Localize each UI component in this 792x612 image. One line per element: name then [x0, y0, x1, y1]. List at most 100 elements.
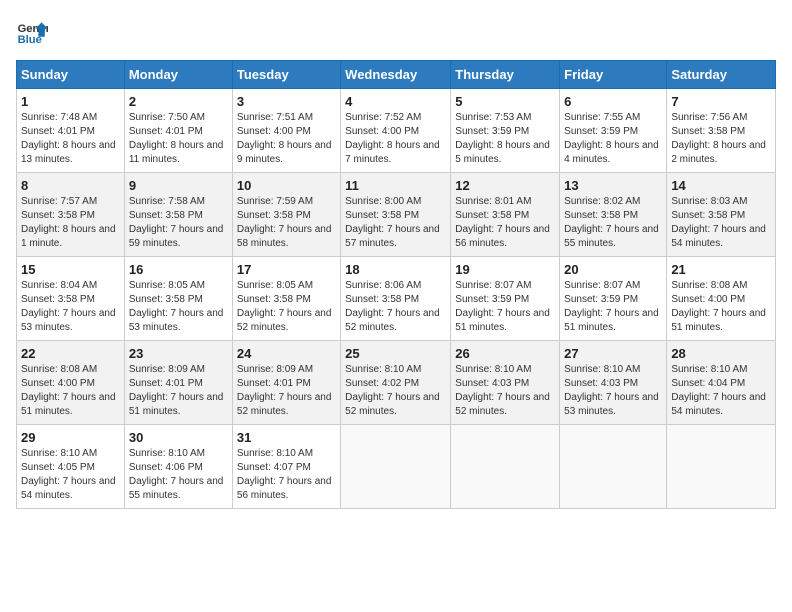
day-number: 18 — [345, 262, 446, 277]
day-number: 11 — [345, 178, 446, 193]
calendar-cell: 16 Sunrise: 8:05 AM Sunset: 3:58 PM Dayl… — [124, 257, 232, 341]
day-number: 15 — [21, 262, 120, 277]
day-number: 20 — [564, 262, 662, 277]
day-number: 2 — [129, 94, 228, 109]
calendar-cell — [341, 425, 451, 509]
calendar-cell: 31 Sunrise: 8:10 AM Sunset: 4:07 PM Dayl… — [232, 425, 340, 509]
calendar-cell: 2 Sunrise: 7:50 AM Sunset: 4:01 PM Dayli… — [124, 89, 232, 173]
calendar-cell: 24 Sunrise: 8:09 AM Sunset: 4:01 PM Dayl… — [232, 341, 340, 425]
day-number: 8 — [21, 178, 120, 193]
calendar-header-tuesday: Tuesday — [232, 61, 340, 89]
day-info: Sunrise: 7:53 AM Sunset: 3:59 PM Dayligh… — [455, 111, 555, 167]
day-info: Sunrise: 8:10 AM Sunset: 4:06 PM Dayligh… — [129, 447, 228, 503]
logo-icon: General Blue — [16, 16, 48, 48]
day-number: 31 — [237, 430, 336, 445]
day-number: 12 — [455, 178, 555, 193]
calendar-body: 1 Sunrise: 7:48 AM Sunset: 4:01 PM Dayli… — [17, 89, 776, 509]
calendar-cell: 1 Sunrise: 7:48 AM Sunset: 4:01 PM Dayli… — [17, 89, 125, 173]
calendar-cell: 18 Sunrise: 8:06 AM Sunset: 3:58 PM Dayl… — [341, 257, 451, 341]
day-info: Sunrise: 8:10 AM Sunset: 4:05 PM Dayligh… — [21, 447, 120, 503]
day-info: Sunrise: 8:10 AM Sunset: 4:04 PM Dayligh… — [671, 363, 771, 419]
day-info: Sunrise: 7:50 AM Sunset: 4:01 PM Dayligh… — [129, 111, 228, 167]
day-number: 26 — [455, 346, 555, 361]
logo: General Blue — [16, 16, 52, 48]
calendar-header-row: SundayMondayTuesdayWednesdayThursdayFrid… — [17, 61, 776, 89]
day-info: Sunrise: 8:10 AM Sunset: 4:03 PM Dayligh… — [455, 363, 555, 419]
day-info: Sunrise: 8:07 AM Sunset: 3:59 PM Dayligh… — [564, 279, 662, 335]
day-info: Sunrise: 8:10 AM Sunset: 4:07 PM Dayligh… — [237, 447, 336, 503]
day-number: 17 — [237, 262, 336, 277]
day-info: Sunrise: 7:58 AM Sunset: 3:58 PM Dayligh… — [129, 195, 228, 251]
calendar-cell: 21 Sunrise: 8:08 AM Sunset: 4:00 PM Dayl… — [667, 257, 776, 341]
calendar-week-3: 15 Sunrise: 8:04 AM Sunset: 3:58 PM Dayl… — [17, 257, 776, 341]
day-info: Sunrise: 8:06 AM Sunset: 3:58 PM Dayligh… — [345, 279, 446, 335]
calendar-cell: 11 Sunrise: 8:00 AM Sunset: 3:58 PM Dayl… — [341, 173, 451, 257]
day-number: 3 — [237, 94, 336, 109]
day-number: 9 — [129, 178, 228, 193]
calendar-cell: 3 Sunrise: 7:51 AM Sunset: 4:00 PM Dayli… — [232, 89, 340, 173]
svg-text:Blue: Blue — [18, 34, 42, 46]
day-number: 24 — [237, 346, 336, 361]
calendar-cell — [667, 425, 776, 509]
day-info: Sunrise: 8:05 AM Sunset: 3:58 PM Dayligh… — [237, 279, 336, 335]
calendar-cell: 9 Sunrise: 7:58 AM Sunset: 3:58 PM Dayli… — [124, 173, 232, 257]
page-header: General Blue — [16, 16, 776, 48]
day-number: 4 — [345, 94, 446, 109]
day-number: 28 — [671, 346, 771, 361]
day-number: 10 — [237, 178, 336, 193]
calendar-table: SundayMondayTuesdayWednesdayThursdayFrid… — [16, 60, 776, 509]
calendar-header-wednesday: Wednesday — [341, 61, 451, 89]
day-info: Sunrise: 7:55 AM Sunset: 3:59 PM Dayligh… — [564, 111, 662, 167]
calendar-cell: 26 Sunrise: 8:10 AM Sunset: 4:03 PM Dayl… — [451, 341, 560, 425]
day-number: 22 — [21, 346, 120, 361]
calendar-cell: 30 Sunrise: 8:10 AM Sunset: 4:06 PM Dayl… — [124, 425, 232, 509]
day-info: Sunrise: 8:00 AM Sunset: 3:58 PM Dayligh… — [345, 195, 446, 251]
day-number: 7 — [671, 94, 771, 109]
calendar-cell: 7 Sunrise: 7:56 AM Sunset: 3:58 PM Dayli… — [667, 89, 776, 173]
calendar-cell: 22 Sunrise: 8:08 AM Sunset: 4:00 PM Dayl… — [17, 341, 125, 425]
calendar-header-sunday: Sunday — [17, 61, 125, 89]
day-number: 23 — [129, 346, 228, 361]
calendar-cell: 28 Sunrise: 8:10 AM Sunset: 4:04 PM Dayl… — [667, 341, 776, 425]
day-info: Sunrise: 7:52 AM Sunset: 4:00 PM Dayligh… — [345, 111, 446, 167]
calendar-week-2: 8 Sunrise: 7:57 AM Sunset: 3:58 PM Dayli… — [17, 173, 776, 257]
day-number: 14 — [671, 178, 771, 193]
calendar-cell: 5 Sunrise: 7:53 AM Sunset: 3:59 PM Dayli… — [451, 89, 560, 173]
day-info: Sunrise: 7:59 AM Sunset: 3:58 PM Dayligh… — [237, 195, 336, 251]
calendar-week-5: 29 Sunrise: 8:10 AM Sunset: 4:05 PM Dayl… — [17, 425, 776, 509]
day-info: Sunrise: 7:48 AM Sunset: 4:01 PM Dayligh… — [21, 111, 120, 167]
calendar-week-4: 22 Sunrise: 8:08 AM Sunset: 4:00 PM Dayl… — [17, 341, 776, 425]
day-info: Sunrise: 8:03 AM Sunset: 3:58 PM Dayligh… — [671, 195, 771, 251]
day-info: Sunrise: 8:02 AM Sunset: 3:58 PM Dayligh… — [564, 195, 662, 251]
calendar-cell: 29 Sunrise: 8:10 AM Sunset: 4:05 PM Dayl… — [17, 425, 125, 509]
day-info: Sunrise: 8:05 AM Sunset: 3:58 PM Dayligh… — [129, 279, 228, 335]
calendar-week-1: 1 Sunrise: 7:48 AM Sunset: 4:01 PM Dayli… — [17, 89, 776, 173]
day-info: Sunrise: 7:51 AM Sunset: 4:00 PM Dayligh… — [237, 111, 336, 167]
calendar-header-thursday: Thursday — [451, 61, 560, 89]
day-number: 13 — [564, 178, 662, 193]
day-number: 16 — [129, 262, 228, 277]
calendar-cell: 6 Sunrise: 7:55 AM Sunset: 3:59 PM Dayli… — [560, 89, 667, 173]
day-info: Sunrise: 8:08 AM Sunset: 4:00 PM Dayligh… — [671, 279, 771, 335]
day-info: Sunrise: 8:10 AM Sunset: 4:02 PM Dayligh… — [345, 363, 446, 419]
day-info: Sunrise: 7:57 AM Sunset: 3:58 PM Dayligh… — [21, 195, 120, 251]
day-number: 21 — [671, 262, 771, 277]
calendar-cell: 20 Sunrise: 8:07 AM Sunset: 3:59 PM Dayl… — [560, 257, 667, 341]
calendar-cell: 19 Sunrise: 8:07 AM Sunset: 3:59 PM Dayl… — [451, 257, 560, 341]
calendar-cell: 8 Sunrise: 7:57 AM Sunset: 3:58 PM Dayli… — [17, 173, 125, 257]
calendar-header-monday: Monday — [124, 61, 232, 89]
calendar-cell: 27 Sunrise: 8:10 AM Sunset: 4:03 PM Dayl… — [560, 341, 667, 425]
day-number: 19 — [455, 262, 555, 277]
day-info: Sunrise: 7:56 AM Sunset: 3:58 PM Dayligh… — [671, 111, 771, 167]
calendar-cell: 23 Sunrise: 8:09 AM Sunset: 4:01 PM Dayl… — [124, 341, 232, 425]
calendar-cell: 12 Sunrise: 8:01 AM Sunset: 3:58 PM Dayl… — [451, 173, 560, 257]
day-info: Sunrise: 8:01 AM Sunset: 3:58 PM Dayligh… — [455, 195, 555, 251]
calendar-header-friday: Friday — [560, 61, 667, 89]
day-number: 27 — [564, 346, 662, 361]
calendar-cell: 14 Sunrise: 8:03 AM Sunset: 3:58 PM Dayl… — [667, 173, 776, 257]
calendar-cell: 4 Sunrise: 7:52 AM Sunset: 4:00 PM Dayli… — [341, 89, 451, 173]
day-number: 1 — [21, 94, 120, 109]
calendar-cell: 17 Sunrise: 8:05 AM Sunset: 3:58 PM Dayl… — [232, 257, 340, 341]
day-number: 30 — [129, 430, 228, 445]
day-info: Sunrise: 8:08 AM Sunset: 4:00 PM Dayligh… — [21, 363, 120, 419]
